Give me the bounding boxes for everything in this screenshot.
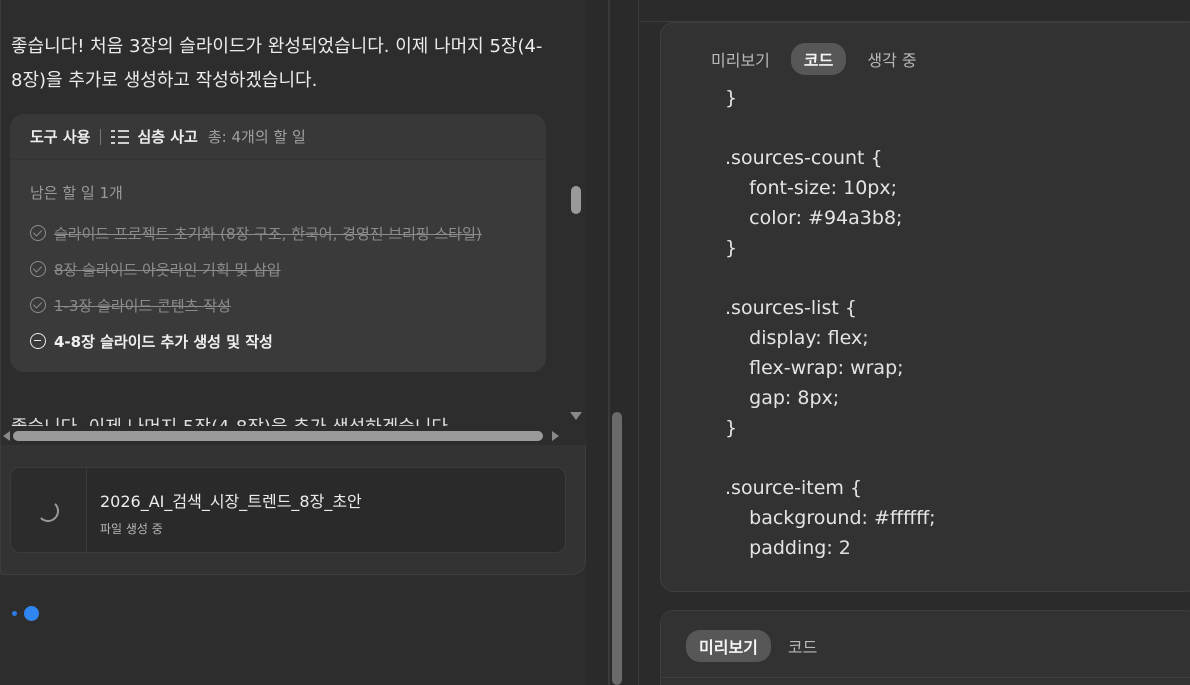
file-name: 2026_AI_검색_시장_트렌드_8장_초안	[100, 492, 362, 511]
assistant-message: 좋습니다! 처음 3장의 슬라이드가 완성되었습니다. 이제 나머지 5장(4-…	[11, 36, 543, 91]
horizontal-scrollbar-thumb[interactable]	[13, 431, 543, 441]
tab-code[interactable]: 코드	[790, 43, 847, 75]
typing-dot-large	[24, 606, 39, 621]
file-thumbnail	[11, 468, 87, 552]
todo-item: 1-3장 슬라이드 콘텐츠 작성	[30, 287, 526, 323]
typing-dot-small	[12, 611, 17, 616]
header-divider	[100, 128, 102, 145]
file-status: 파일 생성 중	[100, 522, 163, 536]
todo-text: 8장 슬라이드 아웃라인 기획 및 삽입	[54, 260, 281, 279]
artifact-pane: 미리보기 코드 생각 중 } .sources-count { font-siz…	[639, 0, 1190, 685]
vertical-scrollbar-thumb[interactable]	[571, 186, 581, 214]
todo-item: 8장 슬라이드 아웃라인 기획 및 삽입	[30, 251, 526, 287]
card-divider	[661, 677, 1190, 678]
code-artifact-card: 미리보기 코드 생각 중 } .sources-count { font-siz…	[660, 22, 1190, 592]
loading-spinner-icon	[37, 500, 59, 522]
check-circle-icon	[30, 225, 46, 241]
todo-list: 남은 할 일 1개 슬라이드 프로젝트 초기화 (8장 구조, 한국어, 경영진…	[10, 160, 546, 372]
scroll-left-arrow-icon[interactable]	[3, 431, 10, 441]
todo-text: 1-3장 슬라이드 콘텐츠 작성	[54, 296, 231, 315]
artifact-tabs: 미리보기 코드	[686, 630, 830, 662]
tab-preview[interactable]: 미리보기	[686, 630, 771, 662]
pane-scrollbar-thumb[interactable]	[612, 412, 622, 685]
minus-circle-icon	[30, 333, 46, 349]
preview-artifact-card: 미리보기 코드	[660, 610, 1190, 685]
remaining-count: 남은 할 일 1개	[30, 184, 123, 202]
tool-use-label: 도구 사용	[30, 128, 91, 146]
tool-use-card[interactable]: 도구 사용 심층 사고 총: 4개의 할 일 남은 할 일 1개 슬라이드 프로…	[10, 114, 546, 372]
todo-text: 슬라이드 프로젝트 초기화 (8장 구조, 한국어, 경영진 브리핑 스타일)	[54, 224, 482, 243]
scroll-down-arrow-icon[interactable]	[570, 412, 582, 420]
todo-item-active: 4-8장 슬라이드 추가 생성 및 작성	[30, 323, 526, 359]
chat-scroll-area[interactable]: 좋습니다! 처음 3장의 슬라이드가 완성되었습니다. 이제 나머지 5장(4-…	[0, 0, 586, 445]
checklist-icon	[111, 129, 130, 145]
check-circle-icon	[30, 261, 46, 277]
tool-card-header[interactable]: 도구 사용 심층 사고 총: 4개의 할 일	[10, 114, 546, 160]
tab-preview[interactable]: 미리보기	[698, 43, 783, 75]
artifact-tabs: 미리보기 코드 생각 중	[698, 43, 930, 75]
check-circle-icon	[30, 297, 46, 313]
previous-card-bottom	[639, 0, 1190, 22]
horizontal-scrollbar[interactable]	[1, 426, 586, 444]
file-attachment-area: 2026_AI_검색_시장_트렌드_8장_초안 파일 생성 중	[0, 445, 586, 575]
code-view[interactable]: } .sources-count { font-size: 10px; colo…	[725, 83, 936, 563]
todo-text: 4-8장 슬라이드 추가 생성 및 작성	[54, 332, 273, 351]
chat-pane: 좋습니다! 처음 3장의 슬라이드가 완성되었습니다. 이제 나머지 5장(4-…	[0, 0, 586, 685]
file-card[interactable]: 2026_AI_검색_시장_트렌드_8장_초안 파일 생성 중	[10, 467, 566, 553]
todo-total: 총: 4개의 할 일	[207, 128, 306, 146]
todo-item: 슬라이드 프로젝트 초기화 (8장 구조, 한국어, 경영진 브리핑 스타일)	[30, 215, 526, 251]
app-root: 좋습니다! 처음 3장의 슬라이드가 완성되었습니다. 이제 나머지 5장(4-…	[0, 0, 1190, 685]
deep-thinking-label: 심층 사고	[137, 128, 198, 146]
tab-thinking[interactable]: 생각 중	[854, 43, 929, 75]
divider-line	[608, 0, 610, 685]
scroll-right-arrow-icon[interactable]	[552, 431, 559, 441]
tab-code[interactable]: 코드	[775, 630, 830, 662]
